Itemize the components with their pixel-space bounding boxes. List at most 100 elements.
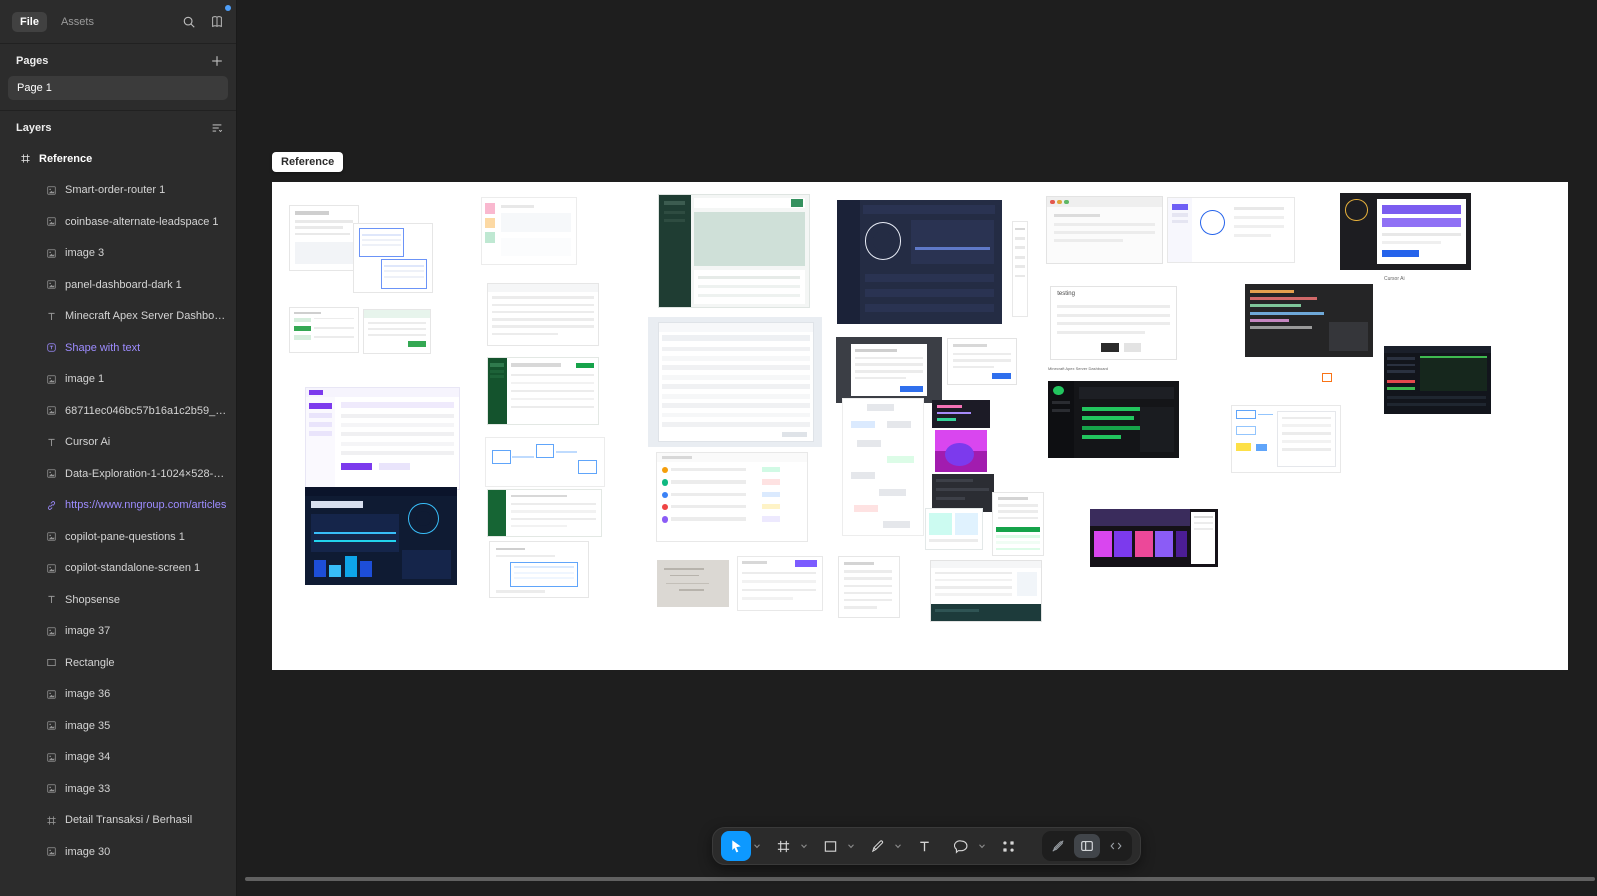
thumb-media-dark[interactable]	[1090, 509, 1218, 567]
thumb-plain-table[interactable]	[487, 283, 599, 346]
layer-item-image-1[interactable]: image 1	[0, 364, 236, 396]
thumb-smart-order-tables[interactable]	[353, 223, 433, 293]
thumb-blue-donut-dashboard[interactable]	[1167, 197, 1295, 263]
frame-tool[interactable]	[768, 831, 798, 861]
thumb-block	[844, 585, 892, 587]
layer-item-reference[interactable]: Reference	[0, 143, 236, 175]
thumb-sketch-photo[interactable]	[657, 560, 729, 607]
thumb-green-table-b[interactable]	[363, 309, 431, 354]
thumb-dark-dialog[interactable]	[836, 337, 942, 403]
pen-tool[interactable]	[862, 831, 892, 861]
layer-item-coinbase-alternate-leadspace-1[interactable]: coinbase-alternate-leadspace 1	[0, 206, 236, 238]
actions-tool[interactable]	[993, 831, 1023, 861]
layer-item-image-34[interactable]: image 34	[0, 742, 236, 774]
layer-item-68711ec046bc57b16a1c2b59-ad[interactable]: 68711ec046bc57b16a1c2b59_AD_	[0, 395, 236, 427]
tab-assets[interactable]: Assets	[61, 16, 94, 28]
thumb-flow-table-blue[interactable]	[1231, 405, 1341, 473]
layer-item-rectangle[interactable]: Rectangle	[0, 647, 236, 679]
thumb-block	[511, 525, 568, 527]
layer-item-image-36[interactable]: image 36	[0, 679, 236, 711]
thumb-flow-blue[interactable]	[485, 437, 605, 487]
horizontal-scrollbar[interactable]	[245, 877, 1595, 881]
design-mode-button[interactable]	[1074, 834, 1100, 858]
thumb-block	[1387, 396, 1485, 399]
thumb-green-sidebar-table[interactable]	[487, 357, 599, 425]
thumb-avatar-table[interactable]	[656, 452, 808, 542]
comment-tool[interactable]	[946, 831, 976, 861]
layer-item-image-35[interactable]: image 35	[0, 710, 236, 742]
dev-mode-button[interactable]	[1103, 834, 1129, 858]
layer-label: image 33	[65, 783, 110, 795]
layer-item-smart-order-router-1[interactable]: Smart-order-router 1	[0, 175, 236, 207]
thumb-mac-window[interactable]	[1046, 196, 1163, 264]
thumb-teal-cards[interactable]	[925, 508, 983, 550]
thumb-block	[1079, 387, 1173, 399]
draw-mode-button[interactable]	[1045, 834, 1071, 858]
thumb-purple-admin[interactable]	[305, 387, 460, 490]
thumb-doc-list[interactable]	[838, 556, 900, 618]
library-icon[interactable]	[210, 15, 224, 29]
add-page-icon[interactable]	[210, 54, 224, 68]
thumb-pastel-dashboard[interactable]	[481, 197, 577, 265]
shape-tool-dropdown-icon[interactable]	[847, 842, 855, 850]
layer-item-shopsense[interactable]: Shopsense	[0, 584, 236, 616]
thumb-block	[1282, 424, 1332, 427]
thumb-navy-analytics[interactable]	[305, 487, 457, 585]
layer-options-icon[interactable]	[210, 121, 224, 135]
thumb-doc-green-footer[interactable]	[992, 492, 1044, 556]
thumb-smart-order-doc[interactable]	[289, 205, 359, 271]
canvas-orange-rect[interactable]	[1322, 373, 1332, 382]
thumb-block	[364, 310, 430, 318]
layer-item-image-3[interactable]: image 3	[0, 238, 236, 270]
layer-item-minecraft-apex-server-dashboard[interactable]: Minecraft Apex Server Dashboard	[0, 301, 236, 333]
comment-tool-dropdown-icon[interactable]	[978, 842, 986, 850]
thumb-green-table-a[interactable]	[289, 307, 359, 353]
thumb-code-editor[interactable]	[932, 400, 990, 428]
thumb-minecraft-dashboard[interactable]	[1048, 381, 1179, 458]
thumb-dark-window-small[interactable]	[932, 474, 994, 512]
layer-item-cursor-ai[interactable]: Cursor Ai	[0, 427, 236, 459]
thumb-terminal[interactable]	[1245, 284, 1373, 357]
shape-tool[interactable]	[815, 831, 845, 861]
layer-item-copilot-pane-questions-1[interactable]: copilot-pane-questions 1	[0, 521, 236, 553]
tab-file[interactable]: File	[12, 12, 47, 32]
layer-item-https-www-nngroup-com-articles[interactable]: https://www.nngroup.com/articles	[0, 490, 236, 522]
text-tool[interactable]	[909, 831, 939, 861]
thumb-trading-dark[interactable]	[1384, 346, 1491, 414]
thumb-big-table[interactable]	[658, 322, 814, 442]
layer-item-image-37[interactable]: image 37	[0, 616, 236, 648]
frame-tool-dropdown-icon[interactable]	[800, 842, 808, 850]
layer-item-panel-dashboard-dark-1[interactable]: panel-dashboard-dark 1	[0, 269, 236, 301]
layer-item-shape-with-text[interactable]: Shape with text	[0, 332, 236, 364]
thumb-victory-board[interactable]	[658, 194, 810, 308]
page-item-page-1[interactable]: Page 1	[8, 76, 228, 100]
thumb-tall-strip[interactable]	[1012, 221, 1028, 317]
canvas[interactable]: Reference testing Minecraft Apex Server …	[237, 0, 1597, 896]
thumb-green-sidebar-table-2[interactable]	[487, 489, 602, 537]
layer-item-image-30[interactable]: image 30	[0, 836, 236, 868]
move-tool-dropdown-icon[interactable]	[753, 842, 761, 850]
thumb-small-dialog[interactable]	[947, 338, 1017, 385]
thumb-teal-footer-table[interactable]	[930, 560, 1042, 622]
thumb-purple-button-table[interactable]	[737, 556, 823, 611]
move-tool[interactable]	[721, 831, 751, 861]
thumb-dark-card-purple[interactable]	[1340, 193, 1471, 270]
layer-item-image-33[interactable]: image 33	[0, 773, 236, 805]
thumb-testing-window[interactable]: testing	[1050, 286, 1177, 360]
frame-icon	[20, 153, 31, 164]
thumb-block	[1172, 220, 1188, 223]
thumb-purple-art[interactable]	[935, 430, 987, 472]
thumb-mindmap[interactable]	[842, 398, 924, 536]
canvas-text-minecraft-apex-server-dashboard[interactable]: Minecraft Apex Server Dashboard	[1048, 367, 1108, 372]
search-icon[interactable]	[182, 15, 196, 29]
layer-item-data-exploration-1-1024-528-1-1[interactable]: Data-Exploration-1-1024×528-1 1	[0, 458, 236, 490]
frame-label[interactable]: Reference	[272, 152, 343, 172]
pen-tool-dropdown-icon[interactable]	[894, 842, 902, 850]
left-sidebar: File Assets Pages Page 1 Layers Referenc…	[0, 0, 237, 896]
layer-item-detail-transaksi-berhasil[interactable]: Detail Transaksi / Berhasil	[0, 805, 236, 837]
layer-item-copilot-standalone-screen-1[interactable]: copilot-standalone-screen 1	[0, 553, 236, 585]
thumb-navy-dashboard[interactable]	[837, 200, 1002, 324]
canvas-text-cursor-ai[interactable]: Cursor Ai	[1384, 276, 1405, 282]
thumb-block	[953, 344, 987, 347]
thumb-doc-blue-table[interactable]	[489, 541, 589, 598]
